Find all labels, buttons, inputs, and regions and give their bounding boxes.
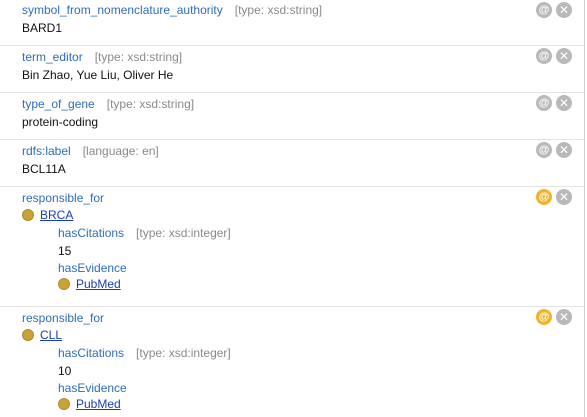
annotate-button[interactable]: @ — [536, 95, 552, 111]
individual-icon — [22, 329, 34, 341]
axiom-annotation-property[interactable]: hasCitations — [58, 226, 124, 240]
annotate-button[interactable]: @ — [536, 142, 552, 158]
annotation-value[interactable]: protein-coding — [22, 115, 98, 129]
annotation-property[interactable]: symbol_from_nomenclature_authority — [22, 3, 223, 17]
annotation-language: [language: en] — [82, 144, 159, 158]
annotation-property[interactable]: term_editor — [22, 50, 83, 64]
annotation-row: rdfs:label [language: en] BCL11A @ ✕ — [0, 140, 584, 187]
annotation-value[interactable]: BARD1 — [22, 21, 62, 35]
individual-icon — [58, 278, 70, 290]
relation-property[interactable]: responsible_for — [22, 311, 104, 325]
delete-button[interactable]: ✕ — [556, 48, 572, 64]
annotation-panel: symbol_from_nomenclature_authority [type:… — [0, 0, 585, 417]
annotate-button[interactable]: @ — [536, 48, 552, 64]
relation-target-link[interactable]: BRCA — [40, 208, 73, 222]
annotation-row: type_of_gene [type: xsd:string] protein-c… — [0, 93, 584, 140]
relation-row: responsible_for CLL hasCitations [type: x… — [0, 307, 584, 417]
annotate-button[interactable]: @ — [536, 2, 552, 18]
annotation-property[interactable]: rdfs:label — [22, 144, 71, 158]
relation-target-link[interactable]: CLL — [40, 328, 62, 342]
axiom-annotation-property[interactable]: hasCitations — [58, 346, 124, 360]
annotation-datatype: [type: xsd:string] — [234, 3, 323, 17]
axiom-annotation-datatype: [type: xsd:integer] — [136, 346, 231, 360]
annotation-row: term_editor [type: xsd:string] Bin Zhao, … — [0, 46, 584, 93]
annotation-property[interactable]: type_of_gene — [22, 97, 95, 111]
evidence-target-link[interactable]: PubMed — [76, 277, 121, 291]
annotation-datatype: [type: xsd:string] — [94, 50, 183, 64]
annotation-datatype: [type: xsd:string] — [106, 97, 195, 111]
delete-button[interactable]: ✕ — [556, 95, 572, 111]
relation-property[interactable]: responsible_for — [22, 191, 104, 205]
annotation-row: symbol_from_nomenclature_authority [type:… — [0, 0, 584, 46]
individual-icon — [22, 209, 34, 221]
relation-row: responsible_for BRCA hasCitations [type: … — [0, 187, 584, 307]
delete-button[interactable]: ✕ — [556, 142, 572, 158]
evidence-target-link[interactable]: PubMed — [76, 397, 121, 411]
annotate-button[interactable]: @ — [536, 189, 552, 205]
axiom-annotation-value[interactable]: 15 — [58, 244, 71, 258]
axiom-annotation-property[interactable]: hasEvidence — [58, 261, 127, 275]
delete-button[interactable]: ✕ — [556, 2, 572, 18]
axiom-annotation-datatype: [type: xsd:integer] — [136, 226, 231, 240]
delete-button[interactable]: ✕ — [556, 309, 572, 325]
annotate-button[interactable]: @ — [536, 309, 552, 325]
individual-icon — [58, 398, 70, 410]
annotation-value[interactable]: BCL11A — [22, 162, 66, 176]
annotation-value[interactable]: Bin Zhao, Yue Liu, Oliver He — [22, 68, 173, 82]
delete-button[interactable]: ✕ — [556, 189, 572, 205]
axiom-annotation-property[interactable]: hasEvidence — [58, 381, 127, 395]
axiom-annotation-value[interactable]: 10 — [58, 364, 71, 378]
